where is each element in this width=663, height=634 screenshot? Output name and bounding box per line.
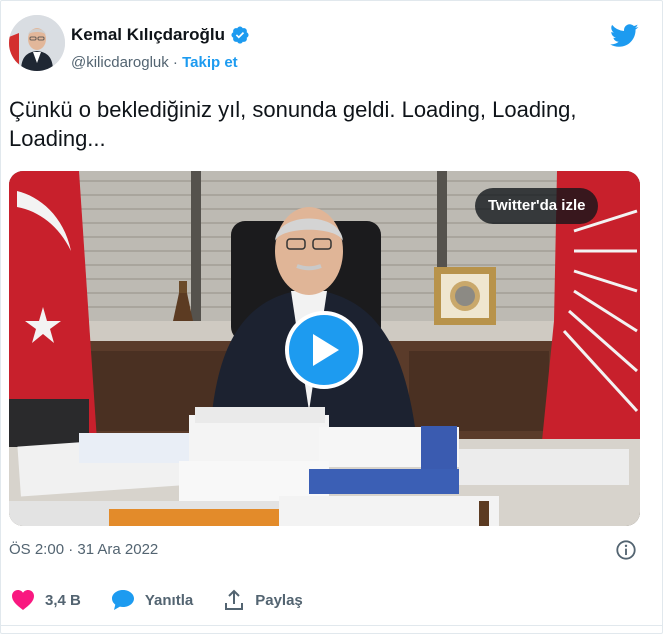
author-name[interactable]: Kemal Kılıçdaroğlu <box>71 25 225 45</box>
share-label: Paylaş <box>255 591 303 609</box>
play-icon <box>313 334 339 366</box>
author-handle-row: @kilicdarogluk · Takip et <box>71 54 238 71</box>
speech-bubble-icon <box>111 590 134 610</box>
embedded-tweet-card: Kemal Kılıçdaroğlu @kilicdarogluk · Taki… <box>0 0 663 634</box>
card-bottom-divider <box>1 625 663 626</box>
tweet-text: Çünkü o beklediğiniz yıl, sonunda geldi.… <box>9 97 577 151</box>
bird-logo-icon[interactable] <box>610 24 639 48</box>
watch-on-twitter-button[interactable]: Twitter'da izle <box>475 188 599 224</box>
play-button[interactable] <box>285 311 363 389</box>
heart-icon <box>12 590 34 610</box>
follow-link[interactable]: Takip et <box>182 54 238 71</box>
reply-label: Yanıtla <box>144 591 194 609</box>
author-avatar[interactable] <box>9 15 65 71</box>
like-button[interactable]: 3,4 B <box>11 589 81 611</box>
handle-separator: · <box>168 54 183 71</box>
info-icon[interactable] <box>615 539 637 561</box>
verified-badge-icon <box>231 26 249 44</box>
author-name-row[interactable]: Kemal Kılıçdaroğlu <box>71 25 250 45</box>
like-count: 3,4 B <box>45 591 81 609</box>
author-handle[interactable]: @kilicdarogluk <box>71 54 169 71</box>
tweet-actions: 3,4 B Yanıtla Paylaş <box>11 589 333 611</box>
tweet-timestamp[interactable]: ÖS 2:00 · 31 Ara 2022 <box>9 541 158 558</box>
video-media[interactable]: Twitter'da izle <box>9 171 640 526</box>
share-button[interactable]: Paylaş <box>223 589 303 611</box>
reply-button[interactable]: Yanıtla <box>111 589 193 611</box>
share-upload-icon <box>225 589 244 610</box>
